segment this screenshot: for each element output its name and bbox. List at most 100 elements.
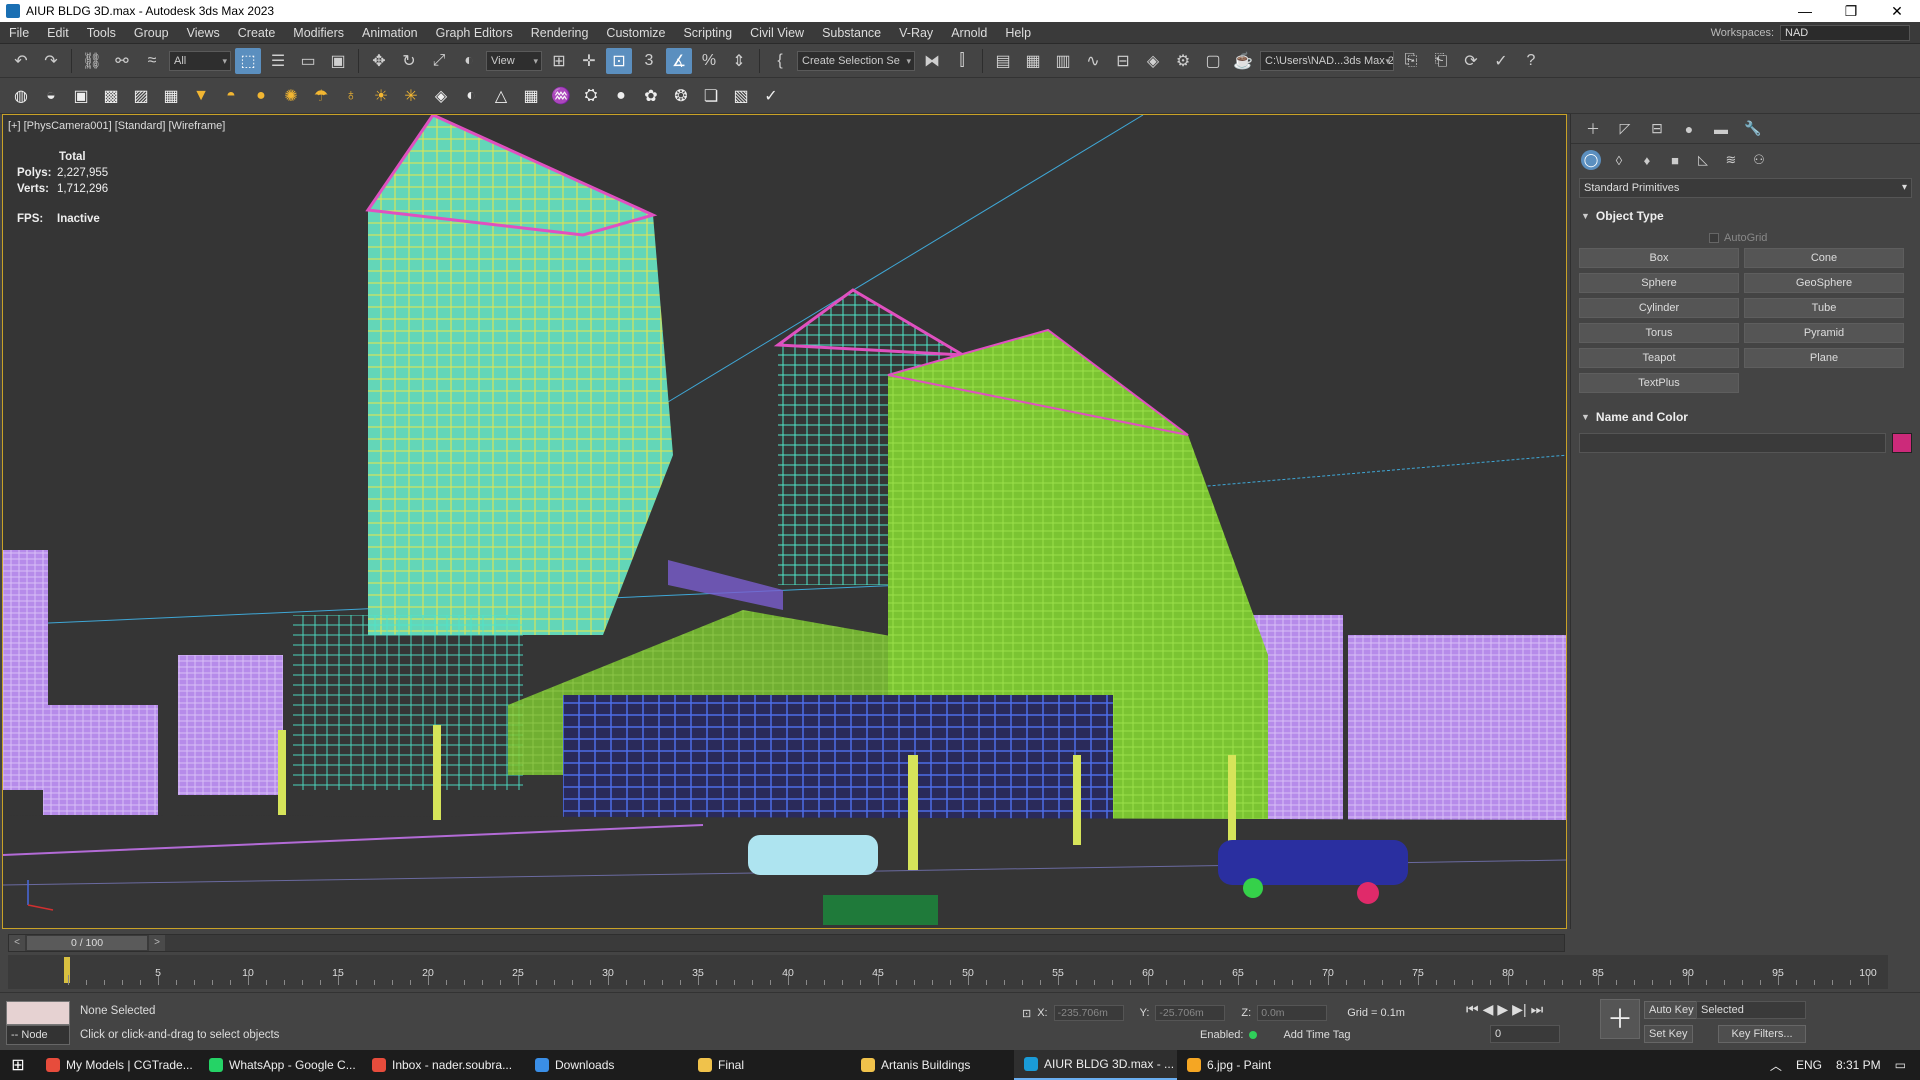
select-object-icon[interactable]: ⬚ — [235, 47, 261, 74]
add-time-tag[interactable]: Add Time Tag — [1283, 1029, 1350, 1041]
next-frame-button-icon[interactable]: ▶| — [1512, 1001, 1526, 1018]
menu-file[interactable]: File — [0, 22, 38, 44]
taskbar-item[interactable]: AIUR BLDG 3D.max - ... — [1014, 1050, 1177, 1080]
redo-icon[interactable]: ↷ — [38, 48, 64, 74]
mesh-light-icon[interactable]: ✺ — [278, 83, 304, 109]
y-field[interactable]: -25.706m — [1155, 1005, 1226, 1021]
object-name-field[interactable] — [1579, 433, 1886, 453]
hemisphere-light-icon[interactable]: ◓ — [218, 83, 244, 109]
ribbon-icon[interactable]: ▥ — [1050, 48, 1076, 74]
hierarchy-tab-icon[interactable]: ⊟ — [1645, 118, 1669, 140]
pyramid-button[interactable]: Pyramid — [1744, 323, 1904, 343]
teapot-icon[interactable]: ◍ — [8, 83, 34, 109]
proxy-icon[interactable]: ◈ — [428, 83, 454, 109]
menu-civil-view[interactable]: Civil View — [741, 22, 813, 44]
textplus-button[interactable]: TextPlus — [1579, 373, 1739, 393]
cone-button[interactable]: Cone — [1744, 248, 1904, 268]
menu-create[interactable]: Create — [229, 22, 285, 44]
sun-icon[interactable]: ☀ — [368, 83, 394, 109]
menu-animation[interactable]: Animation — [353, 22, 427, 44]
workspace-dropdown[interactable]: NAD — [1780, 24, 1910, 41]
play-icon[interactable]: ▶ — [1497, 1001, 1508, 1018]
auto-key-button[interactable]: Auto Key — [1644, 1001, 1699, 1019]
go-to-start-icon[interactable]: ⏮ — [1466, 1001, 1479, 1018]
pivot-center-icon[interactable]: ⊞ — [546, 48, 572, 74]
material-editor-icon[interactable]: ◈ — [1140, 48, 1166, 74]
selection-filter-dropdown[interactable]: All — [169, 50, 231, 71]
frame-buffer-icon[interactable]: ▧ — [728, 83, 754, 109]
check-icon[interactable]: ✓ — [1488, 48, 1514, 74]
cameras-icon[interactable]: ■ — [1665, 150, 1685, 170]
menu-arnold[interactable]: Arnold — [942, 22, 996, 44]
vray-logo-icon[interactable]: ✓ — [758, 83, 784, 109]
current-frame-field[interactable]: 0 — [1490, 1025, 1560, 1043]
render-camera-icon[interactable]: ▨ — [128, 83, 154, 109]
systems-icon[interactable]: ⚇ — [1749, 150, 1769, 170]
percent-snap-icon[interactable]: % — [696, 48, 722, 74]
lock-icon[interactable]: ⊡ — [1022, 1007, 1031, 1020]
name-color-rollout[interactable]: ▼ Name and Color — [1577, 407, 1914, 427]
keyboard-shortcut-icon[interactable]: ⊡ — [606, 47, 632, 74]
taskbar-item[interactable]: WhatsApp - Google C... — [199, 1050, 362, 1080]
taskbar-item[interactable]: Downloads — [525, 1050, 688, 1080]
scene-explorer-icon[interactable]: ▤ — [990, 48, 1016, 74]
place-icon[interactable]: ◐ — [456, 48, 482, 74]
previous-frame-icon[interactable]: ◀ — [1483, 1001, 1494, 1018]
next-frame-icon[interactable]: > — [149, 935, 165, 951]
menu-rendering[interactable]: Rendering — [522, 22, 598, 44]
undo-icon[interactable]: ↶ — [8, 48, 34, 74]
camera-icon[interactable]: ▩ — [98, 83, 124, 109]
window-crossing-icon[interactable]: ▣ — [325, 48, 351, 74]
autogrid-checkbox[interactable]: AutoGrid — [1709, 232, 1920, 244]
menu-modifiers[interactable]: Modifiers — [284, 22, 353, 44]
tube-button[interactable]: Tube — [1744, 298, 1904, 318]
sphere-light-icon[interactable]: ● — [248, 83, 274, 109]
taskbar-item[interactable]: 6.jpg - Paint — [1177, 1050, 1340, 1080]
taskbar-item[interactable]: Inbox - nader.soubra... — [362, 1050, 525, 1080]
helpers-icon[interactable]: ◺ — [1693, 150, 1713, 170]
menu-group[interactable]: Group — [125, 22, 178, 44]
edit-named-selection-icon[interactable]: { — [767, 48, 793, 74]
motion-tab-icon[interactable]: ● — [1677, 118, 1701, 140]
go-to-end-icon[interactable]: ⏭ — [1531, 1001, 1544, 1018]
render-frame-icon[interactable]: ▢ — [1200, 48, 1226, 74]
sync-icon[interactable]: ⟳ — [1458, 48, 1484, 74]
spotlight-icon[interactable]: ▼ — [188, 83, 214, 109]
language-indicator[interactable]: ENG — [1796, 1058, 1822, 1072]
vrayfur-icon[interactable]: ♒ — [548, 83, 574, 109]
light-lister-icon[interactable]: ❏ — [698, 83, 724, 109]
set-keys-icon[interactable]: ＋ — [1600, 999, 1640, 1039]
primitive-category-dropdown[interactable]: Standard Primitives — [1579, 178, 1912, 198]
shapes-icon[interactable]: ◊ — [1609, 150, 1629, 170]
notification-icon[interactable]: ▭ — [1895, 1058, 1906, 1072]
project-folder-dropdown[interactable]: C:\Users\NAD...3ds Max 2023 — [1260, 50, 1394, 71]
scale-icon[interactable]: ⤢ — [426, 48, 452, 74]
rotate-icon[interactable]: ↻ — [396, 48, 422, 74]
enabled-indicator-icon[interactable] — [1249, 1031, 1258, 1039]
menu-customize[interactable]: Customize — [597, 22, 674, 44]
named-selection-dropdown[interactable]: Create Selection Se — [797, 50, 915, 71]
bind-spacewarp-icon[interactable]: ≈ — [139, 48, 165, 74]
box-button[interactable]: Box — [1579, 248, 1739, 268]
x-field[interactable]: -235.706m — [1053, 1005, 1124, 1021]
align-icon[interactable]: ⫿ — [949, 48, 975, 74]
chevron-up-icon[interactable]: ︿ — [1770, 1057, 1782, 1074]
schematic-view-icon[interactable]: ⊟ — [1110, 48, 1136, 74]
viewport-label[interactable]: [+] [PhysCamera001] [Standard] [Wirefram… — [8, 120, 225, 132]
save-file-icon[interactable]: ⎗ — [1428, 48, 1454, 74]
sphere-button[interactable]: Sphere — [1579, 273, 1739, 293]
time-slider-thumb[interactable]: 0 / 100 — [27, 936, 147, 950]
ambient-light-icon[interactable]: ✳ — [398, 83, 424, 109]
converter-icon[interactable]: ❂ — [668, 83, 694, 109]
unlink-icon[interactable]: ⚯ — [109, 48, 135, 74]
spacewarps-icon[interactable]: ≋ — [1721, 150, 1741, 170]
time-slider[interactable]: < 0 / 100 > — [8, 934, 1565, 952]
node-field[interactable]: -- Node — [6, 1025, 70, 1045]
key-filters-button[interactable]: Key Filters... — [1718, 1025, 1806, 1043]
track-bar[interactable]: 5 10 15 20 25 30 35 40 45 50 55 60 65 70 75 80 85 90 95 100 — [8, 955, 1888, 989]
utilities-tab-icon[interactable]: 🔧 — [1741, 118, 1765, 140]
menu-vray[interactable]: V-Ray — [890, 22, 942, 44]
save-icon[interactable]: ▣ — [68, 83, 94, 109]
menu-scripting[interactable]: Scripting — [674, 22, 741, 44]
close-button[interactable]: ✕ — [1874, 3, 1920, 20]
